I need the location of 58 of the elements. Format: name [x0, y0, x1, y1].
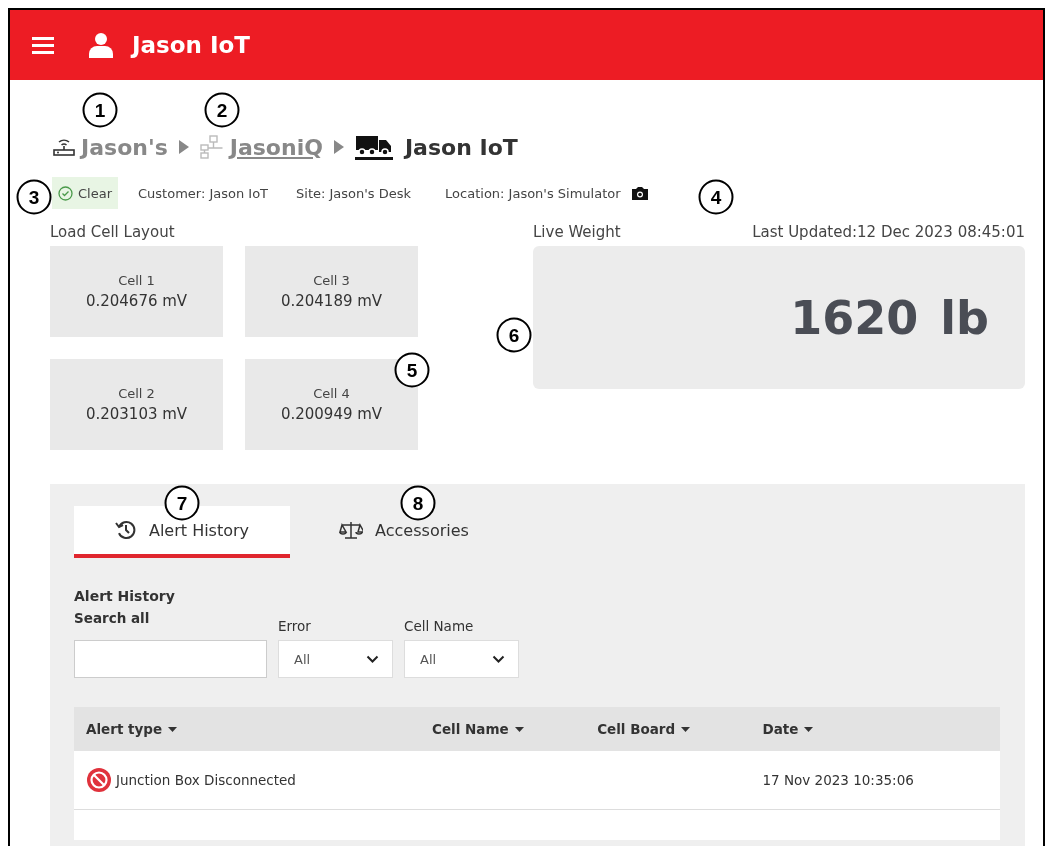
- field-label: Search all: [74, 610, 151, 626]
- truck-icon: [354, 134, 393, 160]
- scale-icon: [339, 520, 364, 540]
- sort-caret-icon: [514, 726, 524, 732]
- search-field[interactable]: [74, 640, 267, 678]
- status-badge: Clear: [52, 177, 118, 209]
- cell-reading: 0.200949 mV: [280, 405, 383, 423]
- filter-dropdown[interactable]: All: [404, 640, 519, 678]
- cell-name: Cell 1: [118, 273, 155, 288]
- breadcrumb-item: Jason's: [81, 134, 168, 160]
- sort-caret-icon: [168, 726, 178, 732]
- site-label: Site: Jason's Desk: [296, 185, 412, 201]
- history-icon: [114, 519, 137, 541]
- cell-name: Cell 3: [313, 273, 350, 288]
- sort-caret-icon: [804, 726, 814, 732]
- sort-caret-icon: [681, 726, 691, 732]
- cell-reading: 0.204189 mV: [280, 292, 383, 310]
- separator-arrow-icon: [177, 139, 190, 155]
- location-label: Location: Jason's Simulator: [445, 185, 621, 201]
- section-title: Load Cell Layout: [50, 223, 175, 243]
- cell-reading: 0.203103 mV: [85, 405, 188, 423]
- callout-marker: 3: [16, 179, 52, 215]
- cell-name: Cell 4: [313, 386, 350, 401]
- callout-marker: 5: [394, 352, 430, 388]
- weight-unit: lb: [940, 290, 989, 345]
- check-circle-icon: [58, 185, 73, 201]
- blocked-icon: [86, 767, 112, 793]
- callout-marker: 6: [496, 317, 532, 353]
- callout-marker: 2: [204, 92, 240, 128]
- section-title: Alert History: [74, 588, 176, 606]
- alert-type: Junction Box Disconnected: [116, 772, 296, 788]
- column-header[interactable]: Date: [750, 707, 1000, 751]
- user-icon[interactable]: [88, 32, 114, 58]
- weight-value: 1620: [790, 290, 919, 345]
- table-cell: 17 Nov 2023 10:35:06: [750, 751, 1000, 810]
- column-header[interactable]: Cell Name: [420, 707, 586, 751]
- cell-name: Cell 2: [118, 386, 155, 401]
- separator-arrow-icon: [332, 139, 345, 155]
- network-icon: [199, 135, 224, 159]
- router-icon: [53, 137, 75, 157]
- breadcrumb-link[interactable]: JasoniQ: [229, 134, 323, 160]
- field-label: Cell Name: [404, 618, 475, 634]
- callout-marker: 1: [82, 92, 118, 128]
- customer-label: Customer: Jason IoT: [138, 185, 269, 201]
- menu-icon[interactable]: [32, 36, 54, 54]
- field-label: Error: [278, 618, 312, 634]
- breadcrumb-item: Jason IoT: [404, 134, 518, 160]
- camera-icon[interactable]: [630, 185, 649, 201]
- column-header[interactable]: Alert type: [74, 707, 421, 751]
- filter-dropdown[interactable]: All: [278, 640, 393, 678]
- cell-reading: 0.204676 mV: [85, 292, 188, 310]
- callout-marker: 4: [698, 179, 734, 215]
- app-title: Jason IoT: [132, 32, 250, 58]
- section-title: Live Weight: [533, 223, 621, 243]
- chevron-down-icon: [366, 655, 379, 663]
- chevron-down-icon: [492, 655, 505, 663]
- last-updated: Last Updated:12 Dec 2023 08:45:01: [752, 223, 1025, 243]
- column-header[interactable]: Cell Board: [585, 707, 751, 751]
